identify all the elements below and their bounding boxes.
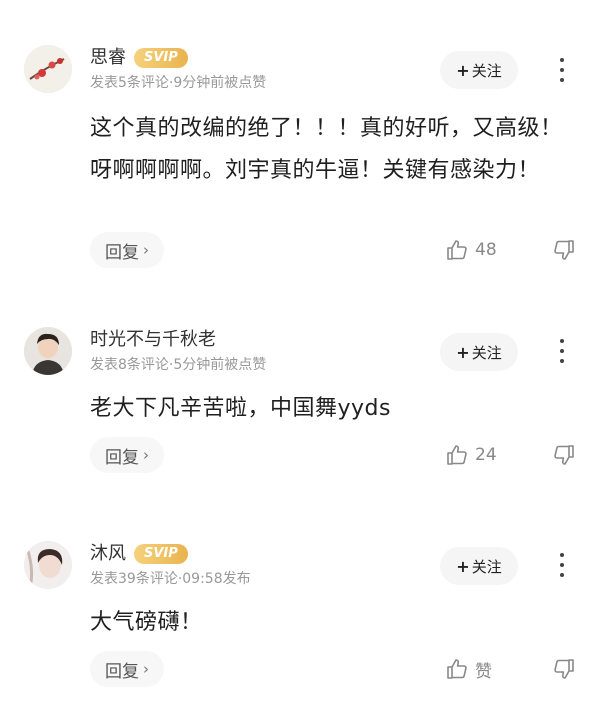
reply-button[interactable]: 回复 ›	[90, 437, 164, 473]
follow-button[interactable]: + 关注	[440, 333, 518, 371]
avatar[interactable]	[24, 45, 72, 93]
thumbs-down-icon	[554, 445, 574, 465]
user-info: 时光不与千秋老	[90, 327, 216, 353]
comment-text: 老大下凡辛苦啦，中国舞yyds	[90, 396, 391, 421]
thumbs-down-icon	[554, 240, 574, 260]
follow-button[interactable]: + 关注	[440, 547, 518, 585]
more-options-icon[interactable]	[552, 547, 572, 583]
chevron-right-icon: ›	[143, 660, 149, 678]
avatar[interactable]	[24, 541, 72, 589]
follow-label: 关注	[471, 61, 502, 80]
avatar[interactable]	[24, 327, 72, 375]
thumbs-down-icon	[554, 659, 574, 679]
plus-icon: +	[456, 342, 470, 362]
like-button[interactable]: 48	[445, 232, 497, 268]
user-info: 沐风 SVIP	[90, 541, 188, 567]
comment-meta: 发表5条评论·9分钟前被点赞	[90, 75, 267, 91]
reply-label: 回复	[105, 661, 139, 682]
svip-badge: SVIP	[134, 48, 188, 68]
follow-button[interactable]: + 关注	[440, 51, 518, 89]
avatar-image	[24, 45, 72, 93]
dislike-button[interactable]	[552, 232, 576, 268]
username[interactable]: 思睿	[90, 45, 126, 71]
comment-meta: 发表8条评论·5分钟前被点赞	[90, 357, 267, 373]
comment-text: 这个真的改编的绝了！！！真的好听，又高级！呀啊啊啊啊。刘宇真的牛逼！关键有感染力…	[90, 116, 563, 183]
dislike-button[interactable]	[552, 437, 576, 473]
reply-label: 回复	[105, 242, 139, 263]
like-count: 24	[475, 445, 497, 465]
chevron-right-icon: ›	[143, 446, 149, 464]
follow-label: 关注	[471, 557, 502, 576]
reply-button[interactable]: 回复 ›	[90, 651, 164, 687]
like-button[interactable]: 24	[445, 437, 497, 473]
more-options-icon[interactable]	[552, 52, 572, 88]
thumbs-up-icon	[447, 240, 467, 260]
avatar-image	[24, 541, 72, 589]
chevron-right-icon: ›	[143, 241, 149, 259]
plus-icon: +	[456, 60, 470, 80]
comment-meta: 发表39条评论·09:58发布	[90, 571, 251, 587]
comment-text: 大气磅礴！	[90, 610, 203, 635]
reply-button[interactable]: 回复 ›	[90, 232, 164, 268]
user-info: 思睿 SVIP	[90, 45, 188, 71]
plus-icon: +	[456, 556, 470, 576]
like-count: 48	[475, 240, 497, 260]
username[interactable]: 时光不与千秋老	[90, 327, 216, 353]
follow-label: 关注	[471, 343, 502, 362]
username[interactable]: 沐风	[90, 541, 126, 567]
reply-label: 回复	[105, 447, 139, 468]
thumbs-up-icon	[447, 445, 467, 465]
dislike-button[interactable]	[552, 651, 576, 687]
thumbs-up-icon	[447, 659, 467, 679]
svip-badge: SVIP	[134, 544, 188, 564]
avatar-image	[24, 327, 72, 375]
like-count: 赞	[475, 661, 492, 682]
like-button[interactable]: 赞	[445, 651, 492, 687]
more-options-icon[interactable]	[552, 333, 572, 369]
